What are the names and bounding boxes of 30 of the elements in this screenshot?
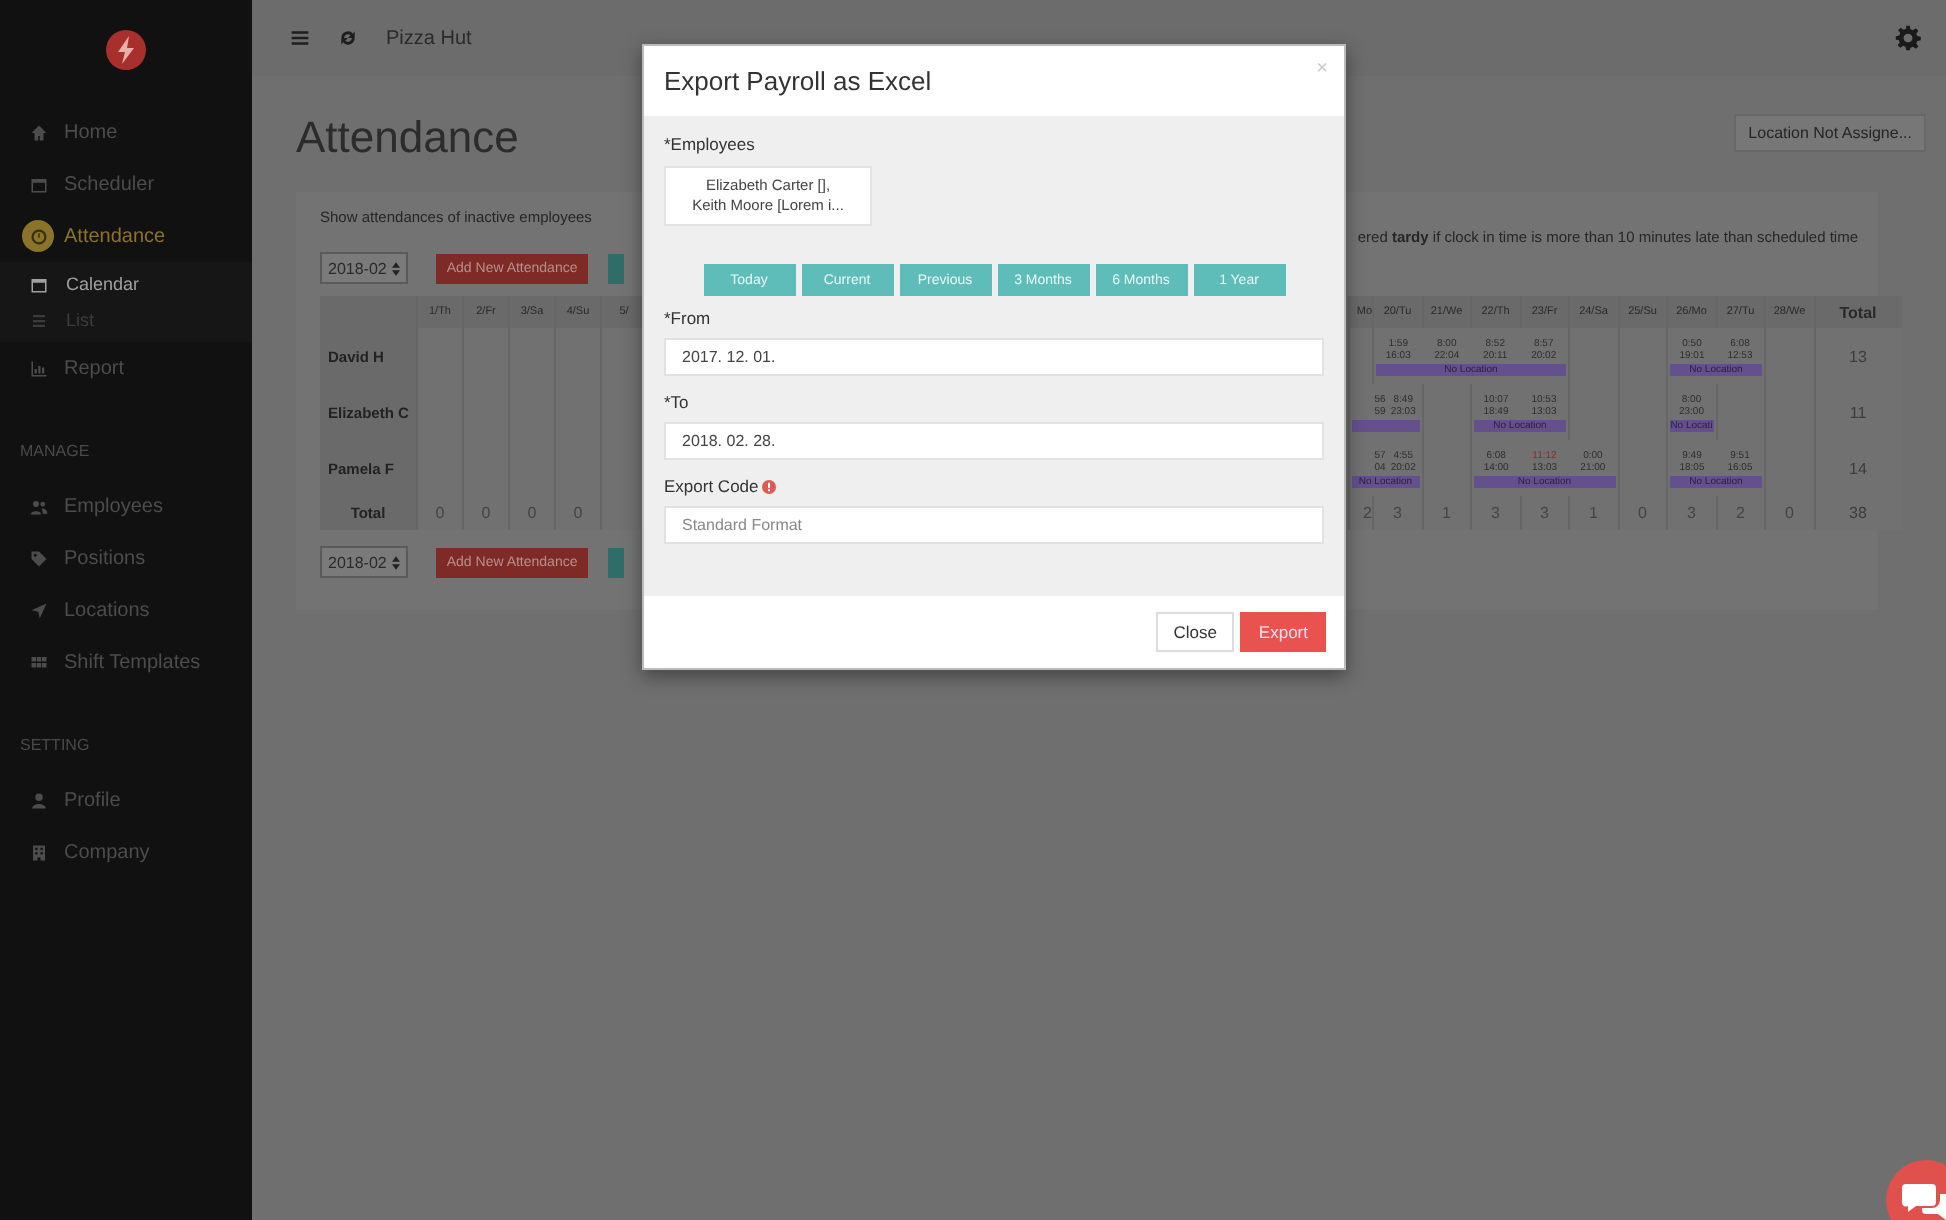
sidebar-item[interactable]: Company: [0, 826, 252, 878]
sidebar-item[interactable]: Employees: [0, 480, 252, 532]
company-name: Pizza Hut: [386, 27, 472, 49]
field-label: Export Code: [664, 476, 759, 496]
page-title: Attendance: [296, 112, 519, 164]
from-date-field[interactable]: 2017. 12. 01.: [664, 338, 1324, 376]
month-select[interactable]: 2018-02: [320, 252, 409, 284]
total-header: Total: [1839, 303, 1877, 321]
sidebar-item[interactable]: Profile: [0, 774, 252, 826]
location-filter-button[interactable]: Location Not Assigne...: [1734, 114, 1926, 152]
export-button[interactable]: Export: [1240, 612, 1326, 652]
to-date-field[interactable]: 2018. 02. 28.: [664, 422, 1324, 460]
month-select[interactable]: 2018-02: [320, 546, 409, 578]
section-heading: MANAGE: [18, 440, 92, 464]
sidebar-item[interactable]: Attendance: [0, 210, 252, 262]
close-button[interactable]: ×: [1316, 58, 1328, 80]
sidebar-item[interactable]: Locations: [0, 584, 252, 636]
sidebar-item[interactable]: Report: [0, 342, 252, 394]
export-code-field[interactable]: Standard Format: [664, 506, 1324, 544]
field-label: *Employees: [664, 134, 757, 154]
sidebar-item[interactable]: Home: [0, 106, 252, 158]
dialog-title: Export Payroll as Excel: [664, 66, 932, 96]
close-button[interactable]: Close: [1155, 612, 1235, 652]
field-label: *To: [664, 392, 691, 412]
section-heading: SETTING: [18, 734, 92, 758]
sidebar-subitem[interactable]: Calendar: [0, 266, 252, 302]
sidebar-item[interactable]: Shift Templates: [0, 636, 252, 688]
sidebar-item[interactable]: Scheduler: [0, 158, 252, 210]
sidebar-item[interactable]: Positions: [0, 532, 252, 584]
field-label: *From: [664, 308, 713, 328]
